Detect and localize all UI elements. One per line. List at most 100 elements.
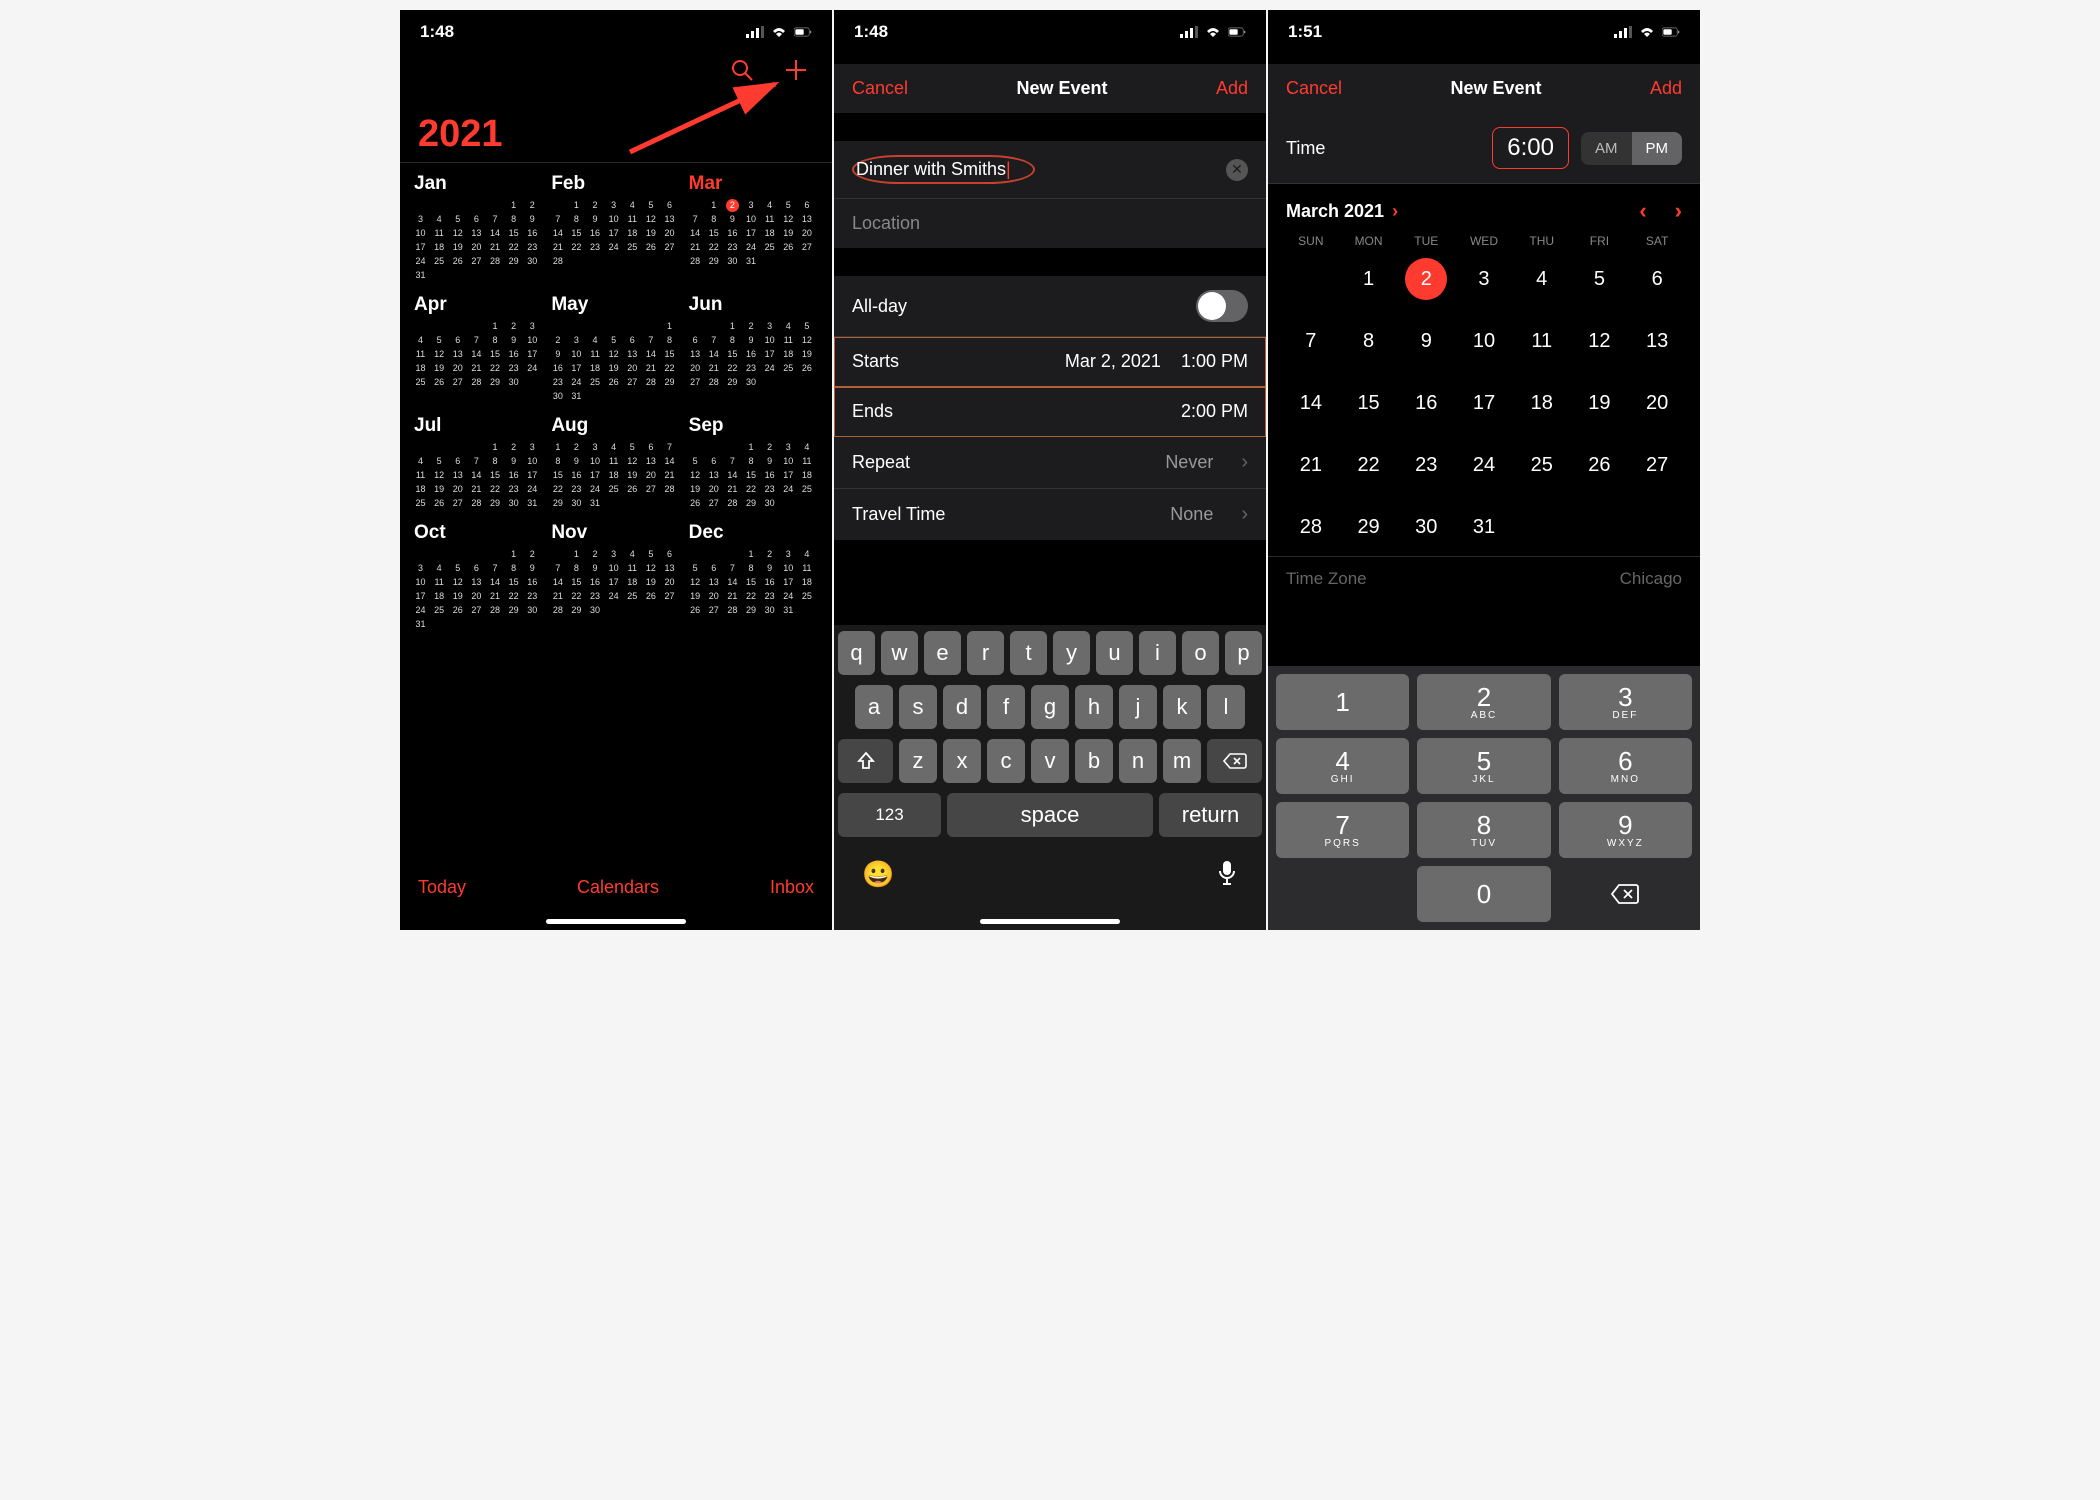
date-cell[interactable]: 24 [1463, 444, 1505, 486]
date-cell[interactable]: 15 [1348, 382, 1390, 424]
key-x[interactable]: x [943, 739, 981, 783]
date-cell[interactable]: 7 [1290, 320, 1332, 362]
numpad-9[interactable]: 9WXYZ [1559, 802, 1692, 858]
key-y[interactable]: y [1053, 631, 1090, 675]
add-button[interactable]: Add [1216, 78, 1248, 99]
numpad-7[interactable]: 7PQRS [1276, 802, 1409, 858]
key-w[interactable]: w [881, 631, 918, 675]
mini-month[interactable]: Jan1234567891011121314151617181920212223… [414, 173, 543, 282]
mini-month[interactable]: Aug1234567891011121314151617181920212223… [551, 415, 680, 510]
date-cell[interactable]: 16 [1405, 382, 1447, 424]
key-s[interactable]: s [899, 685, 937, 729]
date-cell[interactable]: 25 [1521, 444, 1563, 486]
numpad-4[interactable]: 4GHI [1276, 738, 1409, 794]
key-q[interactable]: q [838, 631, 875, 675]
key-a[interactable]: a [855, 685, 893, 729]
time-zone-row[interactable]: Time Zone Chicago [1268, 556, 1700, 601]
date-cell[interactable]: 13 [1636, 320, 1678, 362]
key-p[interactable]: p [1225, 631, 1262, 675]
key-t[interactable]: t [1010, 631, 1047, 675]
next-month-button[interactable]: › [1675, 198, 1682, 224]
date-cell[interactable]: 18 [1521, 382, 1563, 424]
key-e[interactable]: e [924, 631, 961, 675]
date-cell[interactable]: 1 [1348, 258, 1390, 300]
key-o[interactable]: o [1182, 631, 1219, 675]
key-backspace[interactable] [1207, 739, 1262, 783]
key-g[interactable]: g [1031, 685, 1069, 729]
date-cell[interactable]: 17 [1463, 382, 1505, 424]
date-cell[interactable]: 14 [1290, 382, 1332, 424]
today-button[interactable]: Today [418, 877, 466, 898]
key-c[interactable]: c [987, 739, 1025, 783]
numpad-1[interactable]: 1 [1276, 674, 1409, 730]
date-cell[interactable]: 10 [1463, 320, 1505, 362]
key-f[interactable]: f [987, 685, 1025, 729]
mini-month[interactable]: Jul1234567891011121314151617181920212223… [414, 415, 543, 510]
key-k[interactable]: k [1163, 685, 1201, 729]
date-cell[interactable]: 2 [1405, 258, 1447, 300]
key-n[interactable]: n [1119, 739, 1157, 783]
mini-month[interactable]: Jun1234567891011121314151617181920212223… [689, 294, 818, 403]
date-cell[interactable]: 12 [1578, 320, 1620, 362]
ends-row[interactable]: Ends 2:00 PM [834, 387, 1266, 437]
cancel-button[interactable]: Cancel [1286, 78, 1342, 99]
location-input[interactable]: Location [834, 199, 1266, 248]
key-space[interactable]: space [947, 793, 1153, 837]
numpad-3[interactable]: 3DEF [1559, 674, 1692, 730]
date-cell[interactable]: 5 [1578, 258, 1620, 300]
dictation-icon[interactable] [1216, 859, 1238, 894]
key-l[interactable]: l [1207, 685, 1245, 729]
mini-month[interactable]: May1234567891011121314151617181920212223… [551, 294, 680, 403]
date-cell[interactable]: 9 [1405, 320, 1447, 362]
mini-month[interactable]: Nov1234567891011121314151617181920212223… [551, 522, 680, 631]
home-indicator[interactable] [546, 919, 686, 924]
key-v[interactable]: v [1031, 739, 1069, 783]
time-input[interactable]: 6:00 [1492, 127, 1569, 169]
date-cell[interactable]: 30 [1405, 506, 1447, 548]
key-u[interactable]: u [1096, 631, 1133, 675]
date-cell[interactable]: 6 [1636, 258, 1678, 300]
home-indicator[interactable] [980, 919, 1120, 924]
prev-month-button[interactable]: ‹ [1639, 198, 1646, 224]
key-123[interactable]: 123 [838, 793, 941, 837]
ampm-segment[interactable]: AM PM [1581, 132, 1682, 165]
key-d[interactable]: d [943, 685, 981, 729]
date-cell[interactable]: 4 [1521, 258, 1563, 300]
key-m[interactable]: m [1163, 739, 1201, 783]
date-cell[interactable]: 27 [1636, 444, 1678, 486]
inbox-button[interactable]: Inbox [770, 877, 814, 898]
month-selector[interactable]: March 2021 › [1286, 201, 1398, 222]
numpad-2[interactable]: 2ABC [1417, 674, 1550, 730]
mini-month[interactable]: Oct1234567891011121314151617181920212223… [414, 522, 543, 631]
numpad-backspace[interactable] [1559, 866, 1692, 922]
key-r[interactable]: r [967, 631, 1004, 675]
mini-month[interactable]: Feb1234567891011121314151617181920212223… [551, 173, 680, 282]
cancel-button[interactable]: Cancel [852, 78, 908, 99]
allday-toggle[interactable] [1196, 290, 1248, 322]
numpad-5[interactable]: 5JKL [1417, 738, 1550, 794]
repeat-row[interactable]: Repeat Never› [834, 437, 1266, 489]
numpad-6[interactable]: 6MNO [1559, 738, 1692, 794]
key-b[interactable]: b [1075, 739, 1113, 783]
key-i[interactable]: i [1139, 631, 1176, 675]
calendars-button[interactable]: Calendars [577, 877, 659, 898]
clear-title-icon[interactable]: ✕ [1226, 159, 1248, 181]
key-j[interactable]: j [1119, 685, 1157, 729]
event-title-input[interactable]: Dinner with Smiths| ✕ [834, 141, 1266, 199]
date-cell[interactable]: 11 [1521, 320, 1563, 362]
date-cell[interactable]: 31 [1463, 506, 1505, 548]
mini-month[interactable]: Mar1234567891011121314151617181920212223… [689, 173, 818, 282]
numpad-0[interactable]: 0 [1417, 866, 1550, 922]
starts-row[interactable]: Starts Mar 2, 20211:00 PM [834, 337, 1266, 387]
key-h[interactable]: h [1075, 685, 1113, 729]
mini-month[interactable]: Apr1234567891011121314151617181920212223… [414, 294, 543, 403]
add-button[interactable]: Add [1650, 78, 1682, 99]
numpad-8[interactable]: 8TUV [1417, 802, 1550, 858]
mini-month[interactable]: Dec1234567891011121314151617181920212223… [689, 522, 818, 631]
date-cell[interactable]: 26 [1578, 444, 1620, 486]
travel-time-row[interactable]: Travel Time None› [834, 489, 1266, 540]
mini-month[interactable]: Sep1234567891011121314151617181920212223… [689, 415, 818, 510]
date-cell[interactable]: 21 [1290, 444, 1332, 486]
emoji-icon[interactable]: 😀 [862, 859, 894, 894]
search-icon[interactable] [730, 58, 754, 87]
